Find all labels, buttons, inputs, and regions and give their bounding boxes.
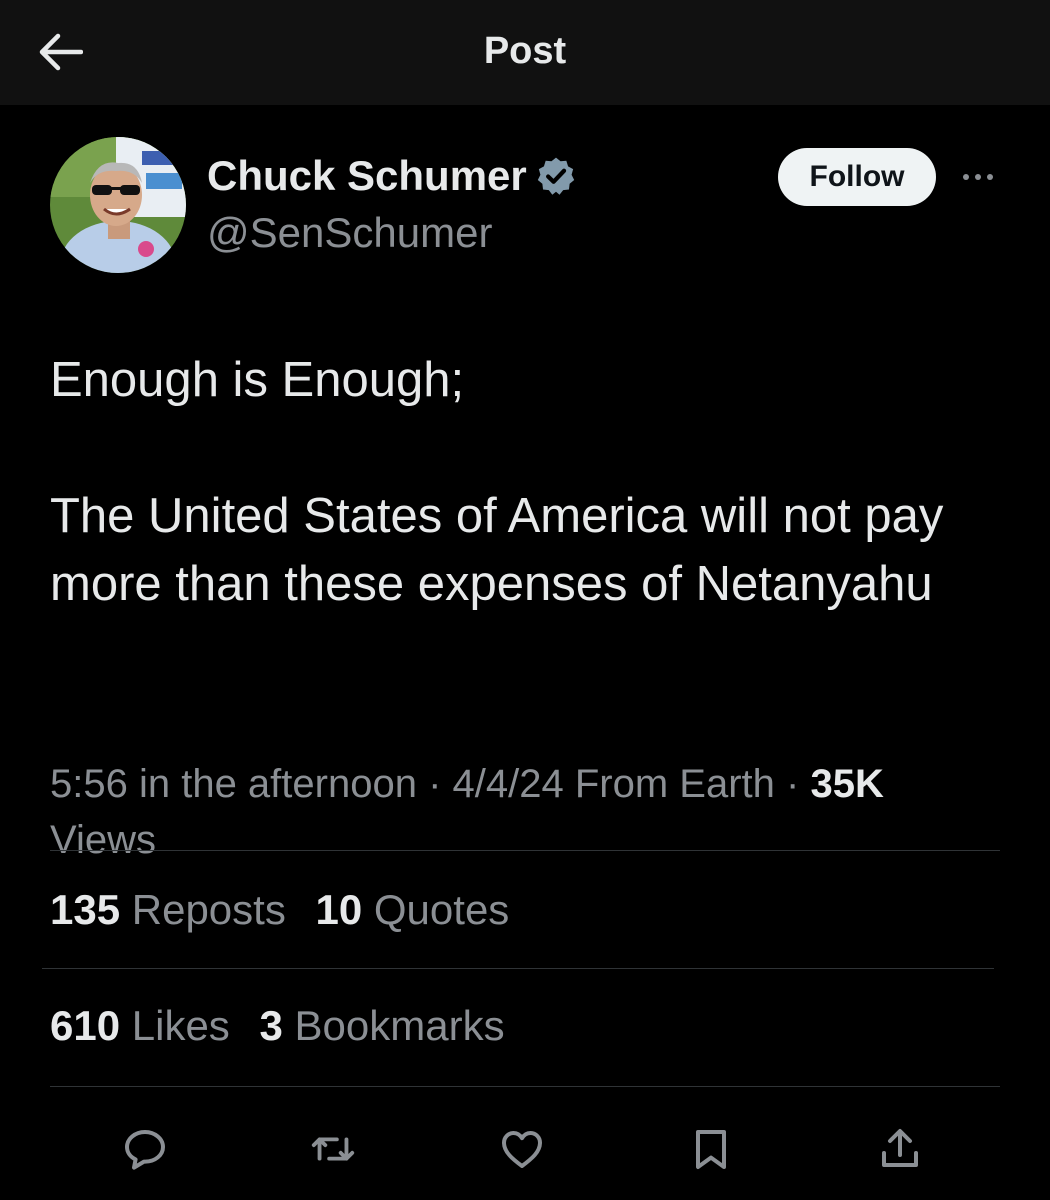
- author-name-row[interactable]: Chuck Schumer: [207, 152, 577, 200]
- reposts-stat[interactable]: 135 Reposts: [50, 886, 286, 933]
- post-text: Enough is Enough; The United States of A…: [50, 346, 980, 618]
- more-icon: [963, 174, 993, 180]
- bookmarks-label: Bookmarks: [294, 1002, 505, 1049]
- bookmarks-count: 3: [259, 1002, 283, 1049]
- views-count: 35K: [810, 762, 884, 806]
- page-title: Post: [483, 30, 567, 72]
- bookmarks-stat[interactable]: 3 Bookmarks: [259, 1002, 504, 1049]
- quotes-label: Quotes: [373, 886, 510, 933]
- reposts-count: 135: [50, 886, 121, 933]
- like-bookmark-stats: 610 Likes 3 Bookmarks: [50, 1002, 523, 1050]
- post-time[interactable]: 5:56 in the afternoon: [50, 762, 417, 806]
- top-bar: Post: [0, 0, 1050, 105]
- share-icon: [882, 1129, 918, 1167]
- divider: [42, 968, 994, 969]
- bookmark-button[interactable]: [686, 1124, 736, 1174]
- reposts-label: Reposts: [131, 886, 286, 933]
- share-button[interactable]: [875, 1124, 925, 1174]
- verified-badge-icon: [537, 157, 574, 195]
- more-options-button[interactable]: [958, 162, 998, 192]
- likes-count: 610: [50, 1002, 121, 1049]
- reply-button[interactable]: [120, 1124, 170, 1174]
- post-line-2: The United States of America will not pa…: [50, 489, 944, 611]
- follow-button[interactable]: Follow: [778, 148, 936, 206]
- bookmark-icon: [696, 1130, 726, 1169]
- post-source: From Earth: [574, 762, 775, 806]
- views-label: Views: [50, 818, 156, 862]
- quotes-count: 10: [315, 886, 363, 933]
- divider: [50, 850, 1000, 851]
- like-button[interactable]: [497, 1124, 547, 1174]
- post-date[interactable]: 4/4/24: [453, 762, 564, 806]
- author-name: Chuck Schumer: [207, 152, 527, 199]
- repost-icon: [311, 1137, 355, 1161]
- avatar[interactable]: [50, 137, 186, 273]
- likes-label: Likes: [131, 1002, 230, 1049]
- action-bar: [0, 1118, 1050, 1178]
- repost-button[interactable]: [308, 1124, 358, 1174]
- repost-quote-stats: 135 Reposts 10 Quotes: [50, 886, 527, 934]
- reply-icon: [125, 1130, 165, 1170]
- quotes-stat[interactable]: 10 Quotes: [316, 886, 510, 933]
- divider: [50, 1086, 1000, 1087]
- author-handle[interactable]: @SenSchumer: [207, 209, 492, 257]
- like-icon: [502, 1131, 542, 1168]
- likes-stat[interactable]: 610 Likes: [50, 1002, 230, 1049]
- post-line-1: Enough is Enough;: [50, 353, 465, 407]
- post-metadata: 5:56 in the afternoon · 4/4/24 From Eart…: [50, 762, 884, 862]
